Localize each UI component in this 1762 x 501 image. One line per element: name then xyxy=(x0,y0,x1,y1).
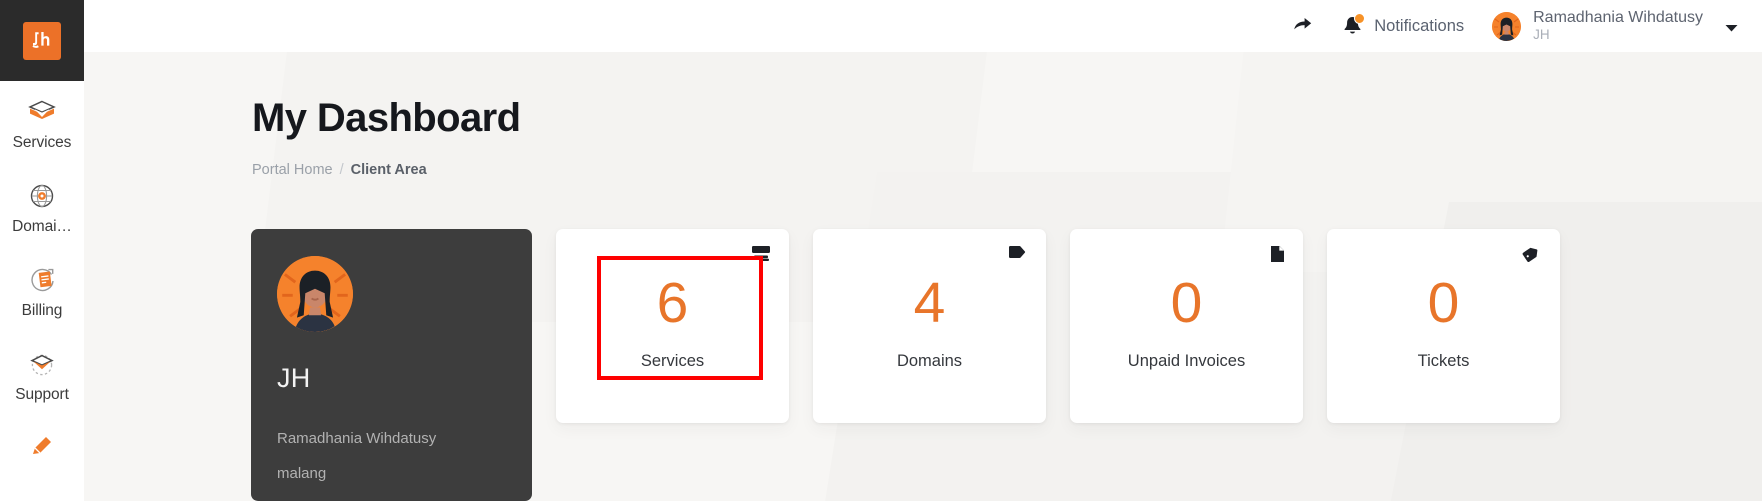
page-title: My Dashboard xyxy=(252,96,521,140)
profile-initials: JH xyxy=(277,363,311,393)
stat-value: 0 xyxy=(1427,271,1460,335)
sidebar-item-label: Services xyxy=(12,134,72,151)
user-name: Ramadhania Wihdatusy xyxy=(1533,8,1703,26)
profile-full-name: Ramadhania Wihdatusy xyxy=(277,430,437,447)
stat-label: Services xyxy=(640,352,705,370)
globe-target-icon xyxy=(25,179,59,213)
notifications-label: Notifications xyxy=(1374,16,1465,35)
sidebar-item-label: Domai… xyxy=(12,218,72,235)
sidebar-item-domains[interactable]: Domai… xyxy=(0,179,84,263)
dashboard-cards-row: JH Ramadhania Wihdatusy malang 6 Service… xyxy=(251,229,1560,501)
main-content: My Dashboard Portal Home / Client Area J… xyxy=(84,52,1762,501)
sidebar: Services Domai… Billing Support xyxy=(0,0,84,501)
file-document-icon xyxy=(1265,245,1285,265)
stat-card-services[interactable]: 6 Services xyxy=(556,229,789,423)
breadcrumb-current: Client Area xyxy=(350,162,427,178)
sidebar-logo-block xyxy=(0,0,84,81)
brand-logo[interactable] xyxy=(23,21,61,60)
notification-badge xyxy=(1354,13,1366,24)
avatar xyxy=(1492,11,1522,41)
sidebar-item-label: Support xyxy=(15,386,69,403)
share-arrow-icon xyxy=(1291,12,1315,41)
breadcrumb-separator: / xyxy=(339,162,344,178)
box-open-icon xyxy=(25,95,59,129)
sidebar-item-label: Billing xyxy=(21,302,63,319)
notifications-button[interactable]: Notifications xyxy=(1331,4,1474,48)
avatar xyxy=(277,256,353,332)
open-envelope-icon xyxy=(25,347,59,381)
stat-label: Tickets xyxy=(1417,352,1470,370)
credit-card-refresh-icon xyxy=(25,263,59,297)
bell-icon xyxy=(1341,13,1366,39)
sidebar-nav: Services Domai… Billing Support xyxy=(0,81,84,501)
user-menu[interactable]: Ramadhania Wihdatusy JH xyxy=(1474,4,1738,48)
chevron-down-icon[interactable] xyxy=(1725,19,1738,37)
pencil-icon xyxy=(25,431,59,465)
tag-rotated-icon xyxy=(1522,245,1542,265)
sidebar-item-services[interactable]: Services xyxy=(0,95,84,179)
profile-location: malang xyxy=(277,465,327,482)
tag-icon xyxy=(1008,245,1028,265)
server-monitor-icon xyxy=(751,245,771,265)
share-button[interactable] xyxy=(1281,4,1325,48)
breadcrumb-portal-home[interactable]: Portal Home xyxy=(252,162,333,178)
sidebar-item-extra[interactable] xyxy=(0,431,84,501)
stat-card-tickets[interactable]: 0 Tickets xyxy=(1327,229,1560,423)
jh-monogram-logo-icon xyxy=(30,29,54,53)
sidebar-item-support[interactable]: Support xyxy=(0,347,84,431)
sidebar-item-billing[interactable]: Billing xyxy=(0,263,84,347)
stat-value: 4 xyxy=(913,271,946,335)
stat-value: 6 xyxy=(656,271,689,335)
user-sub: JH xyxy=(1533,27,1550,43)
stat-label: Unpaid Invoices xyxy=(1127,352,1246,370)
stat-card-domains[interactable]: 4 Domains xyxy=(813,229,1046,423)
profile-card: JH Ramadhania Wihdatusy malang xyxy=(251,229,532,501)
user-info: Ramadhania Wihdatusy JH xyxy=(1533,9,1703,44)
stat-label: Domains xyxy=(896,352,963,370)
stat-card-unpaid-invoices[interactable]: 0 Unpaid Invoices xyxy=(1070,229,1303,423)
topbar: Notifications Ramadhania Wihdatusy JH xyxy=(84,0,1762,52)
breadcrumb: Portal Home / Client Area xyxy=(252,162,427,178)
stat-value: 0 xyxy=(1170,271,1203,335)
